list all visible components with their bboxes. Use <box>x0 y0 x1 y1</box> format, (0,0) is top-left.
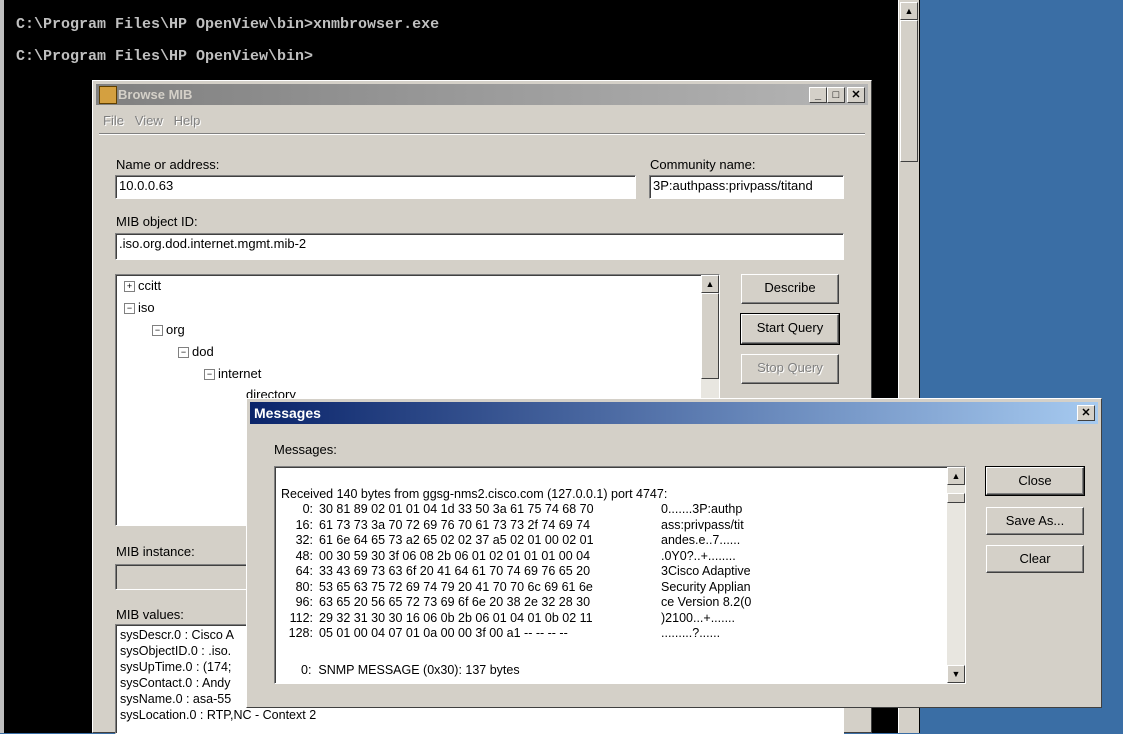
tree-node-internet[interactable]: − internet <box>204 366 261 381</box>
messages-dialog: Messages ✕ Messages: Received 140 bytes … <box>246 398 1102 708</box>
mib-instance-label: MIB instance: <box>116 544 195 559</box>
community-label: Community name: <box>650 157 756 172</box>
tree-node-iso[interactable]: − iso <box>124 300 155 315</box>
describe-button[interactable]: Describe <box>741 274 839 304</box>
scroll-up-icon[interactable]: ▲ <box>701 275 719 293</box>
expand-icon[interactable]: + <box>124 281 135 293</box>
console-line-1: C:\Program Files\HP OpenView\bin>xnmbrow… <box>16 16 440 33</box>
menu-divider <box>99 133 865 135</box>
mib-value-row: sysLocation.0 : RTP,NC - Context 2 <box>120 708 317 722</box>
menu-bar: File View Help <box>103 113 200 128</box>
clear-button[interactable]: Clear <box>986 545 1084 573</box>
menu-view[interactable]: View <box>135 113 163 128</box>
app-icon <box>99 86 117 104</box>
close-icon[interactable]: ✕ <box>1077 405 1095 421</box>
scroll-down-icon[interactable]: ▼ <box>947 665 965 683</box>
messages-scroll-thumb[interactable] <box>947 493 965 503</box>
oid-label: MIB object ID: <box>116 214 198 229</box>
tree-node-org[interactable]: − org <box>152 322 185 337</box>
messages-text-area[interactable]: Received 140 bytes from ggsg-nms2.cisco.… <box>274 466 966 684</box>
start-query-button[interactable]: Start Query <box>740 313 840 345</box>
messages-header: Received 140 bytes from ggsg-nms2.cisco.… <box>281 487 668 501</box>
collapse-icon[interactable]: − <box>178 347 189 359</box>
messages-title: Messages <box>254 405 321 421</box>
messages-label: Messages: <box>274 442 337 457</box>
messages-scrollbar[interactable]: ▲ ▼ <box>947 467 965 683</box>
save-as-button[interactable]: Save As... <box>986 507 1084 535</box>
tree-scroll-thumb[interactable] <box>701 293 719 379</box>
close-button[interactable]: Close <box>985 466 1085 496</box>
close-icon[interactable]: ✕ <box>847 87 865 103</box>
window-title: Browse MIB <box>118 87 193 102</box>
tree-node-ccitt[interactable]: + ccitt <box>124 278 161 293</box>
collapse-icon[interactable]: − <box>124 303 135 315</box>
console-line-2: C:\Program Files\HP OpenView\bin> <box>16 48 314 65</box>
scroll-up-icon[interactable]: ▲ <box>900 2 918 20</box>
maximize-icon[interactable]: □ <box>827 87 845 103</box>
browse-mib-titlebar: Browse MIB _ □ ✕ <box>96 84 868 105</box>
name-address-input[interactable]: 10.0.0.63 <box>115 175 636 199</box>
scroll-up-icon[interactable]: ▲ <box>947 467 965 485</box>
community-input[interactable]: 3P:authpass:privpass/titand <box>649 175 844 199</box>
mib-values-label: MIB values: <box>116 607 184 622</box>
console-scroll-thumb[interactable] <box>900 20 918 162</box>
stop-query-button[interactable]: Stop Query <box>741 354 839 384</box>
collapse-icon[interactable]: − <box>152 325 163 337</box>
collapse-icon[interactable]: − <box>204 369 215 381</box>
tree-node-dod[interactable]: − dod <box>178 344 214 359</box>
menu-help[interactable]: Help <box>174 113 201 128</box>
messages-footer: 0: SNMP MESSAGE (0x30): 137 bytes <box>301 663 520 677</box>
name-address-label: Name or address: <box>116 157 220 172</box>
menu-file[interactable]: File <box>103 113 124 128</box>
oid-input[interactable]: .iso.org.dod.internet.mgmt.mib-2 <box>115 233 844 260</box>
minimize-icon[interactable]: _ <box>809 87 827 103</box>
messages-titlebar: Messages ✕ <box>250 402 1098 424</box>
